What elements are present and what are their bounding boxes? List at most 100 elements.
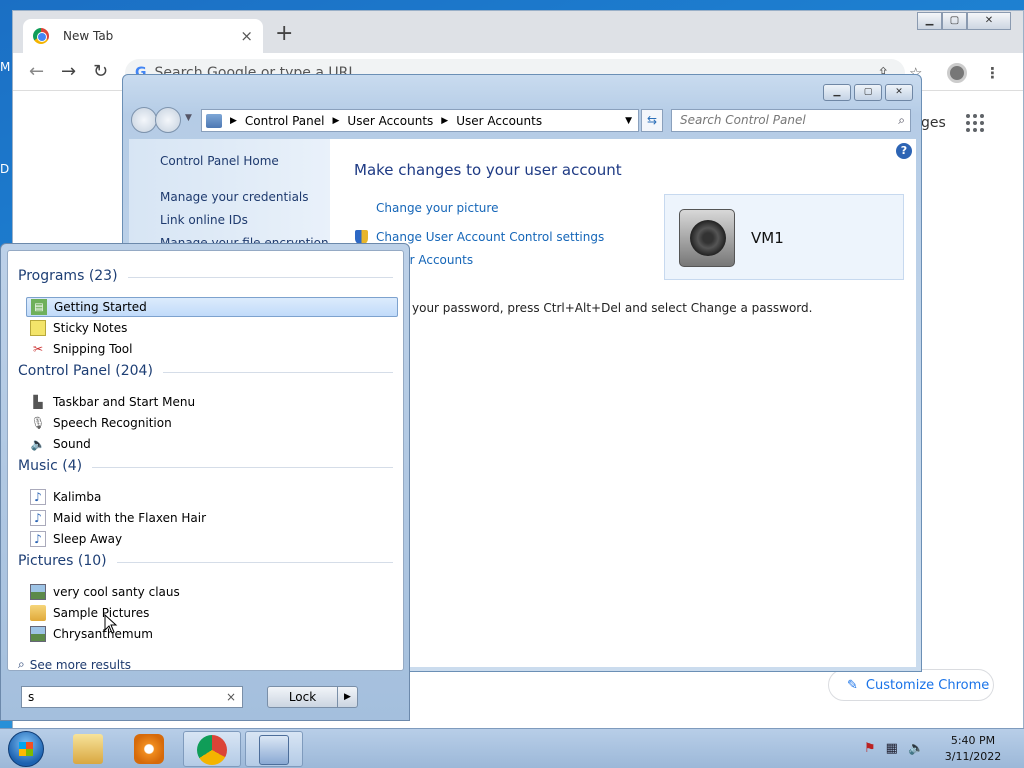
speaker-icon: 🔈 <box>30 437 46 451</box>
taskbar-control-panel[interactable] <box>245 731 303 767</box>
page-title: Make changes to your user account <box>354 161 622 179</box>
taskbar-windows-explorer[interactable] <box>60 731 118 767</box>
link-online-ids-link[interactable]: Link online IDs <box>160 213 248 227</box>
back-button[interactable] <box>131 107 157 133</box>
volume-icon[interactable]: 🔈 <box>908 741 924 756</box>
desktop-icon-label: D <box>0 162 10 176</box>
customize-chrome-button[interactable]: ✎ Customize Chrome <box>828 669 994 701</box>
breadcrumb-item[interactable]: User Accounts <box>347 114 433 128</box>
maximize-button[interactable]: ▢ <box>854 84 882 101</box>
result-item-sleep-away[interactable]: ♪ Sleep Away <box>26 529 398 549</box>
music-file-icon: ♪ <box>30 489 46 505</box>
user-name: VM1 <box>751 229 784 247</box>
lock-label: Lock <box>288 690 317 704</box>
clear-search-icon[interactable]: × <box>226 687 236 707</box>
forward-icon[interactable]: → <box>61 61 76 82</box>
new-tab-button[interactable]: + <box>275 23 293 45</box>
customize-chrome-label: Customize Chrome <box>865 677 990 693</box>
result-item-getting-started[interactable]: ▤ Getting Started <box>26 297 398 317</box>
window-controls: ▁ ▢ ✕ <box>823 84 913 101</box>
start-button[interactable] <box>8 731 44 767</box>
reload-icon[interactable]: ↻ <box>93 61 108 82</box>
system-tray: ⚑ ▦ 🔈 <box>864 741 924 756</box>
results-group-header[interactable]: Music (4) <box>18 458 393 474</box>
help-icon[interactable]: ? <box>896 143 912 159</box>
breadcrumb-item[interactable]: Control Panel <box>245 114 325 128</box>
taskbar-chrome[interactable] <box>183 731 241 767</box>
menu-kebab-icon[interactable]: ⋮ <box>985 64 1000 82</box>
forward-button[interactable] <box>155 107 181 133</box>
change-uac-settings-link[interactable]: Change User Account Control settings <box>376 230 604 244</box>
search-value: s <box>28 690 35 704</box>
music-file-icon: ♪ <box>30 531 46 547</box>
see-more-results-link[interactable]: ⌕ See more results <box>18 657 131 672</box>
chevron-right-icon: ▶ <box>441 115 449 126</box>
result-item-snipping-tool[interactable]: ✂ Snipping Tool <box>26 339 398 359</box>
search-icon: ⌕ <box>898 113 905 127</box>
user-picture-turntable[interactable] <box>679 209 735 267</box>
chevron-down-icon[interactable]: ▼ <box>625 116 632 126</box>
back-icon[interactable]: ← <box>29 61 44 82</box>
user-tile: VM1 <box>664 194 904 280</box>
breadcrumb-item[interactable]: User Accounts <box>456 114 542 128</box>
minimize-button[interactable]: ▁ <box>917 12 942 30</box>
action-center-flag-icon[interactable]: ⚑ <box>864 741 876 756</box>
profile-avatar-icon[interactable] <box>947 63 967 83</box>
result-item-maid-flaxen-hair[interactable]: ♪ Maid with the Flaxen Hair <box>26 508 398 528</box>
result-item-sample-pictures[interactable]: Sample Pictures <box>26 603 398 623</box>
music-file-icon: ♪ <box>30 510 46 526</box>
windows-explorer-icon <box>73 734 103 764</box>
pencil-icon: ✎ <box>847 677 858 693</box>
taskbar-media-player[interactable] <box>121 731 179 767</box>
close-button[interactable]: ✕ <box>967 12 1011 30</box>
result-item-kalimba[interactable]: ♪ Kalimba <box>26 487 398 507</box>
recent-pages-icon[interactable]: ▼ <box>185 113 192 123</box>
result-item-sticky-notes[interactable]: Sticky Notes <box>26 318 398 338</box>
clock-time: 5:40 PM <box>950 734 996 747</box>
tab-title: New Tab <box>63 29 114 43</box>
results-group-header[interactable]: Pictures (10) <box>18 553 393 569</box>
main-content: ? Make changes to your user account Chan… <box>330 139 916 667</box>
sticky-notes-icon <box>30 320 46 336</box>
control-panel-icon <box>206 113 222 128</box>
result-item-sound[interactable]: 🔈 Sound <box>26 434 398 454</box>
start-search-input[interactable]: s × <box>21 686 243 708</box>
chevron-right-icon: ▶ <box>230 115 237 126</box>
result-item-very-cool-santy-claus[interactable]: very cool santy claus <box>26 582 398 602</box>
change-picture-link[interactable]: Change your picture <box>376 201 498 215</box>
results-group-header[interactable]: Control Panel (204) <box>18 363 393 379</box>
result-item-speech-recognition[interactable]: 🎙 Speech Recognition <box>26 413 398 433</box>
lock-button[interactable]: Lock ▶ <box>267 686 358 708</box>
folder-icon <box>30 605 46 621</box>
taskbar: ⚑ ▦ 🔈 5:40 PM 3/11/2022 <box>0 728 1024 768</box>
tab-strip: New Tab × + ▁ ▢ ✕ <box>13 11 1023 53</box>
manage-credentials-link[interactable]: Manage your credentials <box>160 190 309 204</box>
clock[interactable]: 5:40 PM 3/11/2022 <box>940 733 1006 765</box>
close-button[interactable]: ✕ <box>885 84 913 101</box>
tab-close-button[interactable]: × <box>240 27 253 45</box>
result-item-taskbar-start-menu[interactable]: ▙ Taskbar and Start Menu <box>26 392 398 412</box>
chevron-right-icon: ▶ <box>332 115 340 126</box>
microphone-icon: 🎙 <box>30 416 46 430</box>
desktop-icon-label: M <box>0 60 11 74</box>
refresh-button[interactable]: ⇆ <box>641 109 663 132</box>
minimize-button[interactable]: ▁ <box>823 84 851 101</box>
scissors-icon: ✂ <box>32 342 44 356</box>
maximize-button[interactable]: ▢ <box>942 12 967 30</box>
shutdown-options-chevron-icon[interactable]: ▶ <box>337 687 357 707</box>
media-player-icon <box>134 734 164 764</box>
images-link[interactable]: ges <box>921 115 946 131</box>
result-item-chrysanthemum[interactable]: Chrysanthemum <box>26 624 398 644</box>
window-controls: ▁ ▢ ✕ <box>917 12 1011 30</box>
tab-new-tab[interactable]: New Tab × <box>23 19 263 53</box>
results-group-header[interactable]: Programs (23) <box>18 268 393 284</box>
clock-date: 3/11/2022 <box>944 750 1002 763</box>
taskbar-icon: ▙ <box>33 395 43 409</box>
search-control-panel-input[interactable]: Search Control Panel ⌕ <box>671 109 911 132</box>
image-file-icon <box>30 626 46 642</box>
control-panel-home-link[interactable]: Control Panel Home <box>160 154 279 168</box>
search-results-panel: Programs (23) ▤ Getting Started Sticky No… <box>7 250 404 672</box>
network-icon[interactable]: ▦ <box>886 741 898 756</box>
google-apps-icon[interactable] <box>966 114 984 132</box>
address-bar[interactable]: ▶ Control Panel ▶ User Accounts ▶ User A… <box>201 109 639 132</box>
